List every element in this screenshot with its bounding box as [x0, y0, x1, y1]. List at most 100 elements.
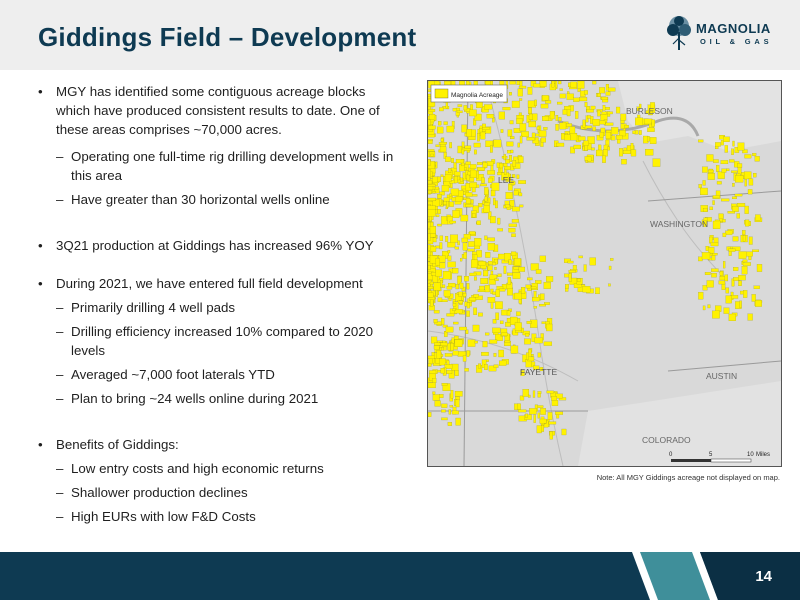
logo-subtitle: OIL & GAS: [700, 37, 773, 46]
acreage-block: [520, 287, 526, 294]
acreage-block: [592, 118, 600, 126]
acreage-block: [529, 408, 537, 415]
acreage-block: [753, 285, 760, 289]
acreage-block: [537, 352, 541, 358]
acreage-block: [484, 364, 488, 370]
acreage-block: [439, 235, 443, 241]
acreage-block: [447, 343, 451, 351]
acreage-block: [467, 248, 475, 252]
acreage-block: [583, 264, 587, 272]
acreage-block: [533, 306, 537, 309]
acreage-block: [518, 112, 522, 116]
acreage-block: [469, 164, 477, 169]
acreage-block: [737, 203, 746, 207]
acreage-block: [508, 92, 512, 96]
map-canvas: BURLESON LEE WASHINGTON FAYETTE AUSTIN C…: [428, 81, 781, 466]
acreage-block: [428, 134, 435, 138]
acreage-block: [472, 324, 480, 332]
acreage-block: [565, 284, 569, 289]
acreage-block: [465, 192, 473, 197]
county-label: LEE: [498, 175, 514, 185]
acreage-block: [605, 91, 611, 96]
acreage-block: [741, 266, 748, 275]
acreage-block: [430, 153, 434, 157]
acreage-block: [546, 323, 553, 332]
acreage-block: [439, 262, 446, 269]
acreage-block: [478, 203, 483, 208]
acreage-block: [454, 391, 463, 397]
acreage-block: [461, 124, 467, 133]
bullet-item: 3Q21 production at Giddings has increase…: [38, 236, 398, 255]
acreage-map[interactable]: BURLESON LEE WASHINGTON FAYETTE AUSTIN C…: [427, 80, 782, 467]
acreage-block: [512, 272, 521, 279]
acreage-block: [429, 226, 437, 234]
acreage-block: [716, 165, 720, 172]
acreage-block: [514, 292, 522, 300]
acreage-block: [700, 187, 708, 196]
acreage-block: [449, 405, 453, 408]
acreage-block: [558, 81, 562, 85]
acreage-block: [744, 154, 752, 159]
acreage-block: [457, 145, 462, 154]
acreage-block: [584, 90, 588, 95]
acreage-block: [445, 156, 451, 162]
acreage-block: [584, 102, 588, 107]
acreage-block: [486, 113, 494, 119]
acreage-block: [524, 338, 532, 345]
acreage-block: [457, 104, 463, 107]
acreage-block: [583, 140, 589, 146]
acreage-block: [466, 302, 471, 309]
acreage-block: [623, 150, 631, 155]
acreage-block: [428, 233, 431, 241]
acreage-block: [729, 159, 735, 163]
acreage-block: [441, 318, 445, 325]
acreage-block: [559, 93, 566, 99]
acreage-block: [517, 88, 523, 97]
acreage-block: [480, 131, 486, 140]
acreage-block: [437, 297, 443, 302]
acreage-block: [526, 136, 535, 141]
acreage-block: [458, 291, 463, 297]
acreage-block: [590, 105, 596, 110]
acreage-block: [511, 219, 519, 223]
acreage-block: [501, 332, 508, 337]
acreage-block: [441, 403, 448, 408]
acreage-block: [742, 235, 746, 242]
acreage-block: [451, 410, 459, 415]
acreage-block: [493, 139, 502, 148]
acreage-block: [489, 216, 496, 224]
acreage-block: [605, 131, 611, 139]
acreage-block: [449, 193, 452, 197]
slide-footer: [0, 552, 800, 600]
acreage-block: [630, 149, 637, 157]
acreage-block: [632, 130, 636, 134]
acreage-block: [756, 264, 763, 272]
acreage-block: [559, 88, 563, 91]
acreage-block: [647, 136, 650, 142]
acreage-block: [578, 255, 583, 259]
acreage-block: [429, 299, 434, 307]
acreage-block: [719, 271, 724, 276]
acreage-block: [635, 117, 644, 126]
acreage-block: [510, 345, 519, 354]
acreage-block: [564, 273, 570, 278]
acreage-block: [435, 144, 440, 147]
acreage-block: [568, 273, 572, 282]
acreage-block: [698, 184, 702, 189]
acreage-block: [711, 273, 717, 278]
acreage-block: [732, 206, 739, 212]
acreage-block: [428, 140, 433, 144]
acreage-block: [446, 286, 453, 290]
sub-bullet-item: Drilling efficiency increased 10% compar…: [38, 322, 398, 360]
acreage-block: [505, 192, 513, 200]
acreage-block: [464, 145, 472, 149]
acreage-block: [742, 259, 748, 263]
acreage-block: [482, 127, 490, 130]
county-label: COLORADO: [642, 435, 691, 445]
bullet-item: MGY has identified some contiguous acrea…: [38, 82, 398, 139]
acreage-block: [569, 133, 578, 141]
acreage-block: [428, 186, 434, 190]
acreage-block: [540, 408, 546, 415]
acreage-block: [434, 400, 441, 407]
acreage-block: [433, 319, 438, 323]
